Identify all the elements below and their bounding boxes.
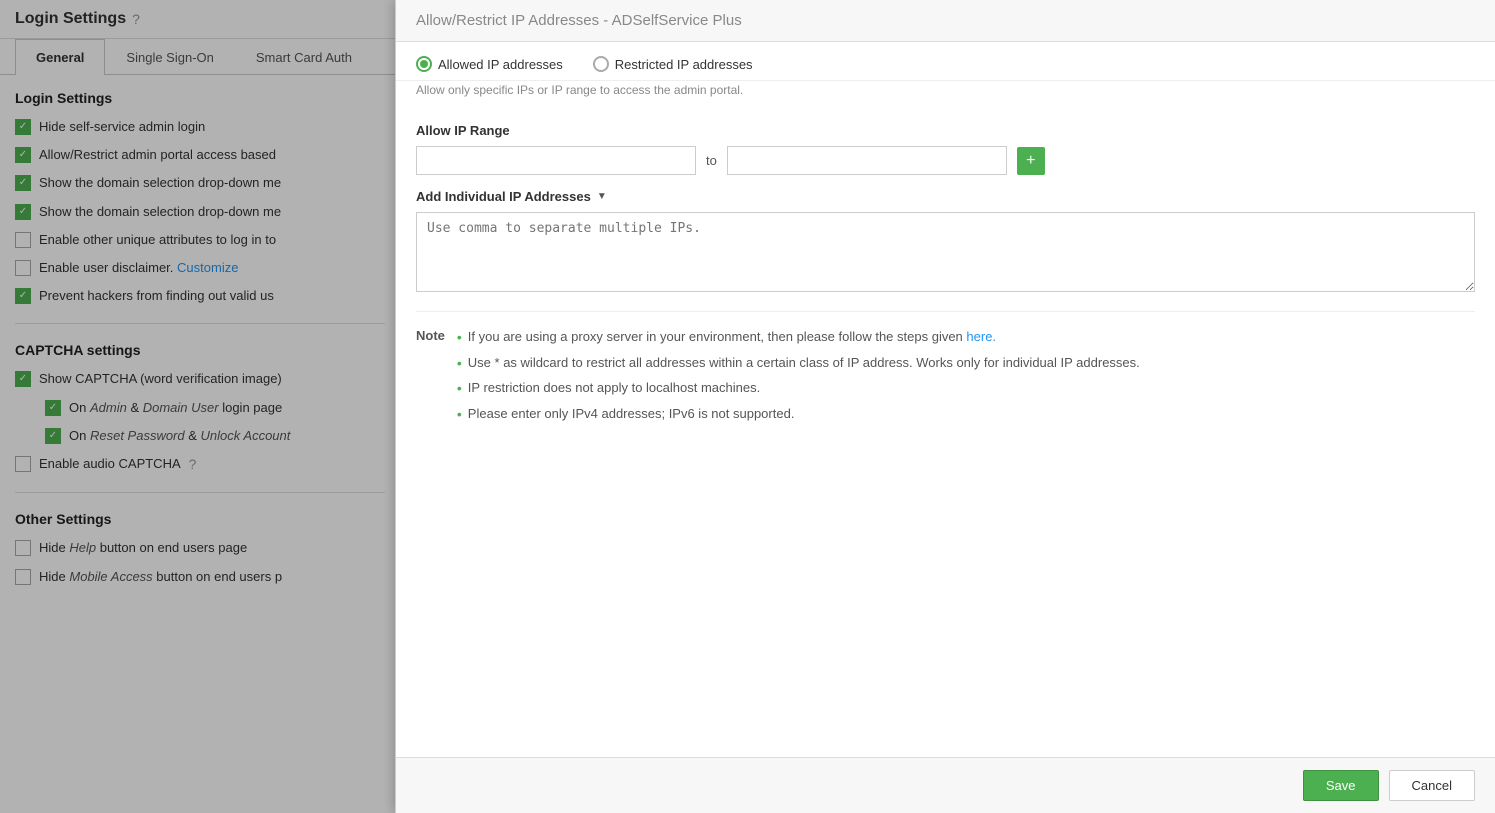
radio-allowed-label: Allowed IP addresses: [438, 57, 563, 72]
radio-restricted[interactable]: Restricted IP addresses: [593, 56, 753, 72]
radio-restricted-label: Restricted IP addresses: [615, 57, 753, 72]
modal-app-name: - ADSelfService Plus: [599, 12, 742, 29]
note-text-2: Use * as wildcard to restrict all addres…: [468, 354, 1140, 372]
modal-footer: Save Cancel: [396, 757, 1495, 813]
radio-allowed-circle: [416, 56, 432, 72]
dropdown-arrow-icon: ▼: [597, 191, 607, 202]
modal-header: Allow/Restrict IP Addresses - ADSelfServ…: [396, 0, 1495, 42]
note-item-3: IP restriction does not apply to localho…: [457, 379, 1140, 399]
ip-modal: Allow/Restrict IP Addresses - ADSelfServ…: [395, 0, 1495, 813]
modal-divider: [416, 311, 1475, 312]
save-button[interactable]: Save: [1303, 770, 1379, 801]
note-item-2: Use * as wildcard to restrict all addres…: [457, 354, 1140, 374]
ip-range-from-input[interactable]: [416, 146, 696, 175]
radio-allowed[interactable]: Allowed IP addresses: [416, 56, 563, 72]
note-text-4: Please enter only IPv4 addresses; IPv6 i…: [468, 405, 795, 423]
note-text-1: If you are using a proxy server in your …: [468, 328, 996, 346]
note-label: Note: [416, 328, 445, 343]
individual-ip-textarea[interactable]: [416, 212, 1475, 292]
individual-ip-label: Add Individual IP Addresses: [416, 189, 591, 204]
radio-description: Allow only specific IPs or IP range to a…: [396, 81, 1495, 107]
note-item-4: Please enter only IPv4 addresses; IPv6 i…: [457, 405, 1140, 425]
note-link-1[interactable]: here.: [966, 329, 996, 344]
ip-range-row: to +: [416, 146, 1475, 175]
modal-body: Allow IP Range to + Add Individual IP Ad…: [396, 107, 1495, 757]
note-section: Note If you are using a proxy server in …: [416, 328, 1475, 430]
radio-restricted-circle: [593, 56, 609, 72]
note-list: If you are using a proxy server in your …: [457, 328, 1140, 430]
ip-range-to-input[interactable]: [727, 146, 1007, 175]
ip-range-label: Allow IP Range: [416, 123, 1475, 138]
modal-title: Allow/Restrict IP Addresses - ADSelfServ…: [416, 12, 742, 29]
note-text-3: IP restriction does not apply to localho…: [468, 379, 760, 397]
note-item-1: If you are using a proxy server in your …: [457, 328, 1140, 348]
individual-ip-dropdown[interactable]: Add Individual IP Addresses ▼: [416, 189, 1475, 204]
ip-range-to-label: to: [706, 153, 717, 168]
ip-range-add-button[interactable]: +: [1017, 147, 1045, 175]
radio-tabs: Allowed IP addresses Restricted IP addre…: [396, 42, 1495, 81]
cancel-button[interactable]: Cancel: [1389, 770, 1475, 801]
